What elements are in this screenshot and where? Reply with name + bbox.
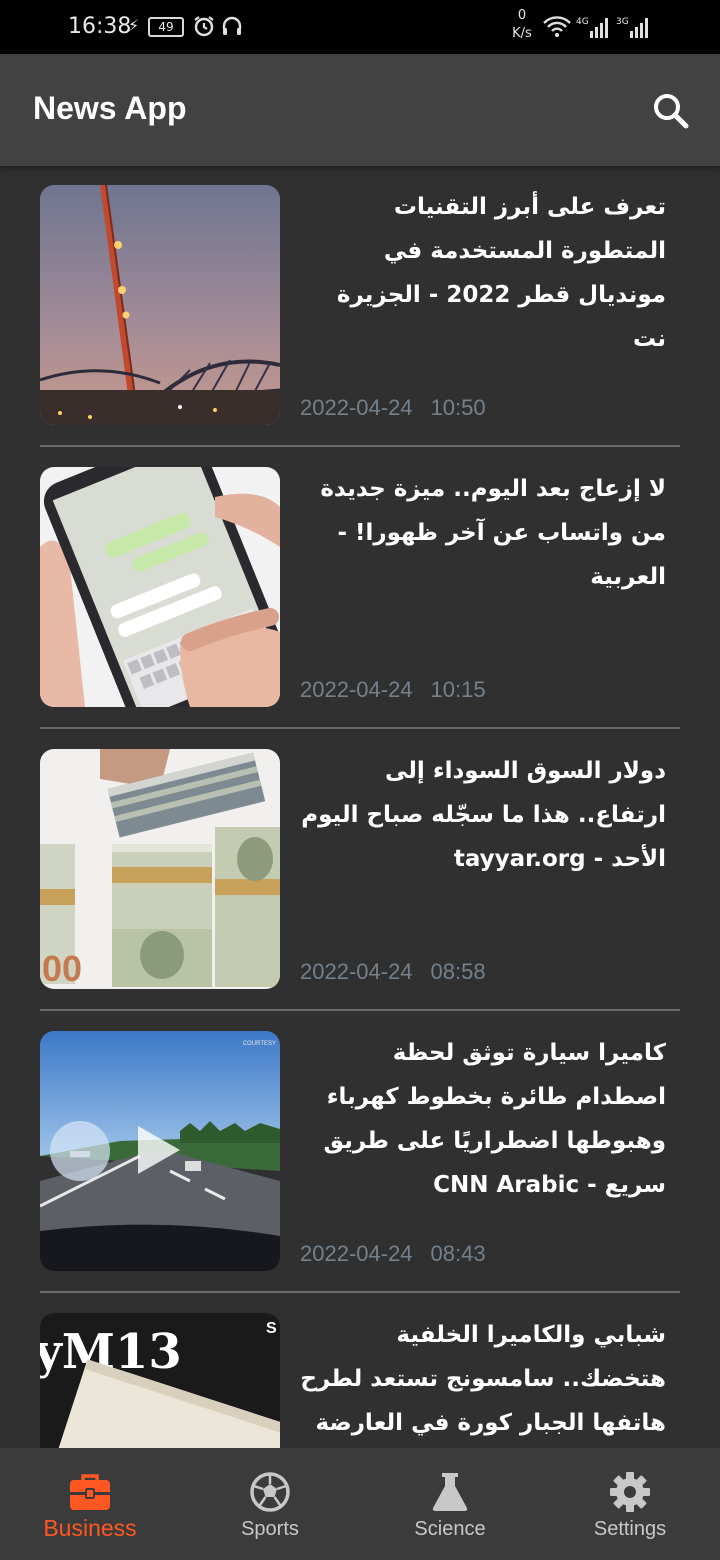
news-title[interactable]: تعرف على أبرز التقنيات المتطورة المستخدم… [300, 185, 666, 361]
news-thumbnail[interactable]: yM13 S [40, 1313, 280, 1448]
divider [40, 727, 680, 729]
news-date: 2022-04-24 [300, 1241, 413, 1266]
dollar-bills-image: 00 [40, 749, 280, 989]
news-date: 2022-04-24 [300, 677, 413, 702]
image-caption: COURTESY [243, 1041, 276, 1047]
news-item[interactable]: yM13 S شبابي والكاميرا الخلفية هتخضك.. س… [40, 1313, 680, 1448]
charging-icon: ⚡︎ [128, 16, 140, 35]
news-thumbnail[interactable]: 00 [40, 749, 280, 989]
alarm-icon [194, 16, 214, 37]
news-thumbnail[interactable]: COURTESY [40, 1031, 280, 1271]
status-time: 16:38 [68, 14, 132, 39]
news-time: 08:58 [430, 959, 486, 984]
news-time: 10:15 [430, 677, 486, 702]
news-title[interactable]: لا إزعاج بعد اليوم.. ميزة جديدة من واتسا… [300, 467, 666, 599]
network-speed-unit: K/s [512, 26, 532, 41]
news-title[interactable]: دولار السوق السوداء إلى ارتفاع.. هذا ما … [300, 749, 666, 881]
signal-type-label: 3G [616, 17, 629, 27]
soccer-ball-icon [250, 1472, 290, 1512]
nav-tab-settings[interactable]: Settings [540, 1448, 720, 1560]
news-timestamp: 2022-04-24 10:15 [300, 677, 486, 703]
page-title: News App [33, 90, 187, 126]
news-date: 2022-04-24 [300, 959, 413, 984]
gear-icon [610, 1472, 650, 1512]
app-bar: News App [0, 54, 720, 166]
news-timestamp: 2022-04-24 08:58 [300, 959, 486, 985]
news-time: 10:50 [430, 395, 486, 420]
nav-tab-sports[interactable]: Sports [180, 1448, 360, 1560]
galaxy-box-image: yM13 S [40, 1313, 280, 1448]
battery-icon: 49 [148, 17, 184, 37]
divider [40, 445, 680, 447]
network-speed: 0 K/s [508, 8, 536, 42]
divider [40, 1009, 680, 1011]
image-text-small: S [266, 1320, 277, 1337]
status-bar: 16:38 ⚡︎ 49 0 K/s 4G 3G [0, 0, 720, 54]
bottom-navigation: Business Sports Science Settings [0, 1448, 720, 1560]
news-date: 2022-04-24 [300, 395, 413, 420]
nav-tab-science[interactable]: Science [360, 1448, 540, 1560]
cell-signal-icon: 3G [616, 17, 648, 38]
news-item[interactable]: 00 دولار السوق السوداء إلى ارتفاع.. هذا … [40, 749, 680, 989]
news-timestamp: 2022-04-24 10:50 [300, 395, 486, 421]
news-item[interactable]: تعرف على أبرز التقنيات المتطورة المستخدم… [40, 185, 680, 425]
news-item[interactable]: لا إزعاج بعد اليوم.. ميزة جديدة من واتسا… [40, 467, 680, 707]
signal-type-label: 4G [576, 17, 589, 27]
stadium-crane-image [40, 185, 280, 425]
divider [40, 1291, 680, 1293]
news-thumbnail[interactable] [40, 185, 280, 425]
network-speed-value: 0 [517, 8, 527, 23]
nav-label: Sports [241, 1518, 299, 1540]
svg-text:00: 00 [42, 948, 82, 989]
news-item[interactable]: COURTESY كاميرا سيارة توثق لحظة اصطدام ط… [40, 1031, 680, 1271]
news-list[interactable]: تعرف على أبرز التقنيات المتطورة المستخدم… [0, 166, 720, 1448]
cell-signal-icon: 4G [576, 17, 608, 38]
news-title[interactable]: كاميرا سيارة توثق لحظة اصطدام طائرة بخطو… [300, 1031, 666, 1207]
phone-typing-image [40, 467, 280, 707]
news-title[interactable]: شبابي والكاميرا الخلفية هتخضك.. سامسونج … [300, 1313, 666, 1448]
nav-tab-business[interactable]: Business [0, 1448, 180, 1560]
wifi-icon [543, 16, 571, 37]
search-icon [654, 94, 689, 129]
dashcam-video-image: COURTESY [40, 1031, 280, 1271]
flask-icon [432, 1473, 468, 1511]
headset-icon [222, 16, 242, 35]
nav-label: Settings [593, 1518, 667, 1540]
news-time: 08:43 [430, 1241, 486, 1266]
search-button[interactable] [646, 86, 696, 136]
briefcase-icon [70, 1474, 110, 1510]
nav-label: Business [43, 1515, 137, 1541]
nav-label: Science [414, 1518, 486, 1540]
news-timestamp: 2022-04-24 08:43 [300, 1241, 486, 1267]
news-thumbnail[interactable] [40, 467, 280, 707]
